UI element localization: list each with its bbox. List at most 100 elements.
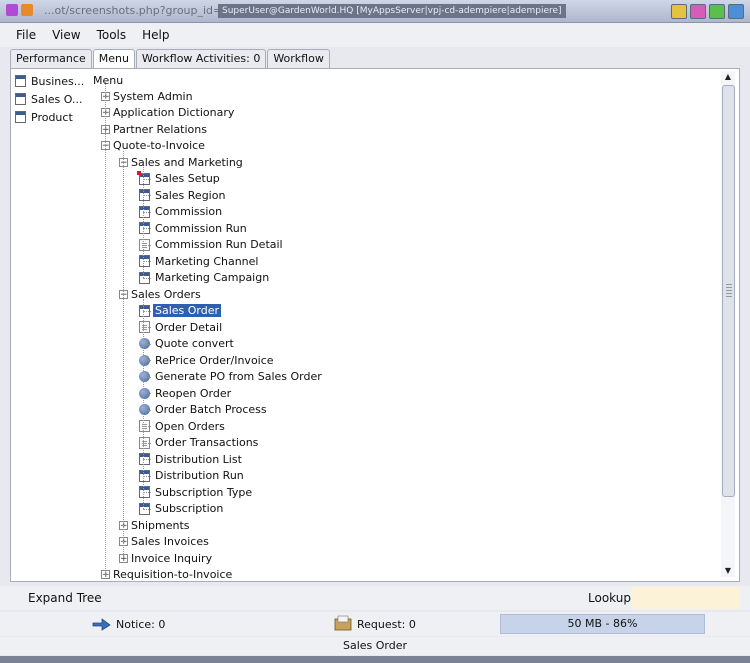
tree-item-application-dictionary[interactable]: + Application Dictionary xyxy=(101,105,234,121)
tree-item-label: Sales Order xyxy=(151,303,223,318)
tree-item-label: Subscription xyxy=(155,502,224,515)
maximize-button[interactable] xyxy=(709,4,725,19)
lookup-label: Lookup xyxy=(588,591,631,605)
tree-item-sales-region[interactable]: Sales Region xyxy=(139,187,225,203)
favorite-business-partner[interactable]: Busines... xyxy=(15,72,93,90)
tree-item-commission-run[interactable]: Commission Run xyxy=(139,220,247,236)
tab-performance[interactable]: Performance xyxy=(10,49,92,68)
tree-item-system-admin[interactable]: + System Admin xyxy=(101,88,193,104)
favorites-bar: Busines... Sales O... Product xyxy=(15,72,93,126)
tree-item-label: Invoice Inquiry xyxy=(131,551,213,565)
title-bar: ...ot/screenshots.php?group_id=176 Super… xyxy=(0,0,750,23)
tree-item-label: RePrice Order/Invoice xyxy=(155,353,274,367)
menu-view[interactable]: View xyxy=(52,28,80,42)
tree-item-reprice-order-invoice[interactable]: RePrice Order/Invoice xyxy=(139,352,274,368)
tree-item-marketing-campaign[interactable]: Marketing Campaign xyxy=(139,270,269,286)
tree-connector xyxy=(143,327,151,328)
tree-connector xyxy=(123,150,124,558)
tree-item-order-transactions[interactable]: Order Transactions xyxy=(139,435,258,451)
minimize-button[interactable] xyxy=(690,4,706,19)
tree-item-marketing-channel[interactable]: Marketing Channel xyxy=(139,253,258,269)
tree-item-label: Order Batch Process xyxy=(155,403,267,416)
tree-item-distribution-run[interactable]: Distribution Run xyxy=(139,468,244,484)
close-button[interactable] xyxy=(728,4,744,19)
tree-item-quote-convert[interactable]: Quote convert xyxy=(139,336,234,352)
shade-button[interactable] xyxy=(671,4,687,19)
app-icon[interactable] xyxy=(6,4,18,16)
tree-connector xyxy=(143,459,151,460)
tree-item-generate-po-from-sales-order[interactable]: Generate PO from Sales Order xyxy=(139,369,322,385)
desktop-background xyxy=(0,656,750,663)
tree-connector xyxy=(143,475,151,477)
menu-help[interactable]: Help xyxy=(142,28,169,42)
request-indicator[interactable]: Request: 0 xyxy=(334,615,416,633)
scroll-up-arrow-icon[interactable]: ▲ xyxy=(721,71,735,83)
window-icon xyxy=(15,75,26,87)
tree-item-label: Application Dictionary xyxy=(113,106,235,119)
tree-connector xyxy=(143,211,151,213)
favorite-label: Busines... xyxy=(31,74,85,88)
tree-connector xyxy=(143,492,151,493)
tree-item-label: Requisition-to-Invoice xyxy=(113,568,233,581)
title-bar-icons xyxy=(6,4,33,16)
tree-item-sales-setup[interactable]: Sales Setup xyxy=(137,170,220,187)
favorite-sales-order[interactable]: Sales O... xyxy=(15,90,93,108)
memory-indicator[interactable]: 50 MB - 86% xyxy=(500,614,705,634)
tree-connector xyxy=(143,360,151,361)
menu-file[interactable]: File xyxy=(16,28,36,42)
tree-item-label: Sales Region xyxy=(155,188,226,202)
tree-item-sales-order[interactable]: Sales Order xyxy=(139,303,223,319)
tree-item-subscription-type[interactable]: Subscription Type xyxy=(139,484,252,500)
tree-item-label: Marketing Campaign xyxy=(155,271,270,284)
tree-item-quote-to-invoice[interactable]: − Quote-to-Invoice xyxy=(101,138,205,154)
tree-item-open-orders[interactable]: Open Orders xyxy=(139,418,225,434)
favorite-label: Sales O... xyxy=(31,92,83,106)
tree-item-label: Sales Setup xyxy=(155,172,220,185)
favorite-product[interactable]: Product xyxy=(15,108,93,126)
request-icon xyxy=(334,615,352,631)
lookup-input[interactable] xyxy=(631,587,740,609)
tree-connector xyxy=(143,178,151,180)
browser-url-fragment: ...ot/screenshots.php?group_id=176 xyxy=(44,4,244,17)
tree-item-label: Commission Run xyxy=(155,221,247,235)
tree-item-requisition-to-invoice[interactable]: + Requisition-to-Invoice xyxy=(101,567,232,583)
window-menu-icon[interactable] xyxy=(21,4,33,16)
tree-connector xyxy=(143,376,151,378)
tree-item-label: Sales and Marketing xyxy=(131,155,243,169)
tree-item-sales-invoices[interactable]: + Sales Invoices xyxy=(119,534,209,550)
tab-workflow-activities[interactable]: Workflow Activities: 0 xyxy=(135,49,267,68)
tree-connector xyxy=(143,310,151,312)
menu-tools[interactable]: Tools xyxy=(97,28,127,42)
notice-count: Notice: 0 xyxy=(116,617,166,631)
tree-item-invoice-inquiry[interactable]: + Invoice Inquiry xyxy=(119,550,212,566)
tree-item-label: Sales Orders xyxy=(131,287,201,301)
tab-menu[interactable]: Menu xyxy=(92,49,135,69)
scroll-down-arrow-icon[interactable]: ▼ xyxy=(721,565,735,577)
tree-item-sales-orders[interactable]: − Sales Orders xyxy=(119,286,201,302)
tree-item-label: Order Detail xyxy=(155,320,223,334)
tree-item-label: Marketing Channel xyxy=(155,254,259,268)
tree-connector xyxy=(143,261,151,262)
tree-item-subscription[interactable]: Subscription xyxy=(139,501,223,517)
vertical-scrollbar[interactable]: ▲ ▼ xyxy=(721,71,735,577)
request-count: Request: 0 xyxy=(357,617,416,631)
tree-root: Menu xyxy=(93,73,124,87)
tree-item-distribution-list[interactable]: Distribution List xyxy=(139,451,242,467)
tree-item-sales-and-marketing[interactable]: − Sales and Marketing xyxy=(119,154,243,170)
tree-item-commission[interactable]: Commission xyxy=(139,204,222,220)
tree-item-order-detail[interactable]: Order Detail xyxy=(139,319,222,335)
tab-workflow[interactable]: Workflow xyxy=(267,49,330,68)
tree-item-reopen-order[interactable]: Reopen Order xyxy=(139,385,231,401)
tree-item-label: Quote convert xyxy=(155,337,234,350)
tree-item-partner-relations[interactable]: + Partner Relations xyxy=(101,121,207,137)
notice-indicator[interactable]: Notice: 0 xyxy=(92,617,165,631)
tab-strip: Performance Menu Workflow Activities: 0 … xyxy=(10,49,330,69)
tree-item-shipments[interactable]: + Shipments xyxy=(119,517,190,533)
menu-panel: Busines... Sales O... Product Menu + Syst… xyxy=(10,68,740,582)
tree-item-commission-run-detail[interactable]: Commission Run Detail xyxy=(139,237,283,253)
expand-tree-checkbox[interactable]: Expand Tree xyxy=(28,591,102,605)
scrollbar-thumb[interactable] xyxy=(722,85,735,497)
tree-connector xyxy=(143,409,151,411)
tree-item-order-batch-process[interactable]: Order Batch Process xyxy=(139,402,267,418)
tree-connector xyxy=(143,508,151,510)
